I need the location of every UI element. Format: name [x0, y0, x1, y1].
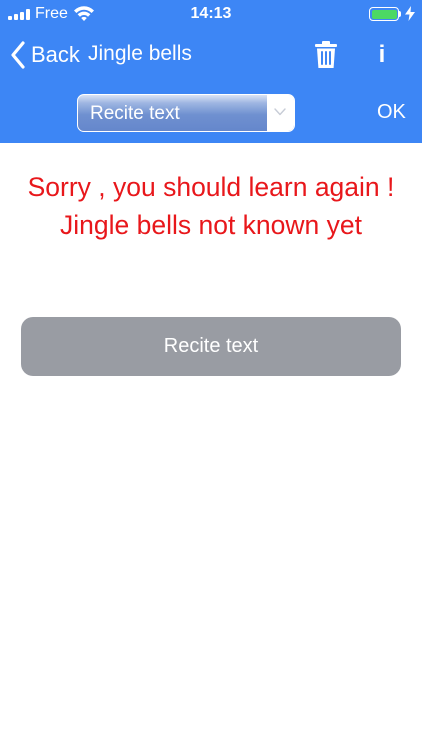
recite-text-button[interactable]: Recite text [21, 317, 401, 376]
navigation-bar: Back Jingle bells i [0, 28, 422, 84]
chevron-left-icon [11, 41, 25, 69]
status-bar: Free 14:13 [0, 0, 422, 28]
page-title: Jingle bells [88, 42, 192, 65]
battery-icon [369, 7, 399, 21]
charging-bolt-icon [405, 6, 415, 21]
back-button[interactable]: Back [10, 39, 80, 71]
battery-level [371, 9, 397, 19]
back-label: Back [31, 42, 80, 67]
status-time: 14:13 [190, 5, 232, 22]
chevron-down-icon [274, 108, 286, 116]
info-icon[interactable]: i [372, 40, 392, 70]
trash-icon[interactable] [314, 41, 338, 69]
header: Free 14:13 Back Jingle bells i Recite te… [0, 0, 422, 143]
select-arrow-area [267, 95, 294, 131]
mode-select-value: Recite text [90, 103, 180, 124]
result-message: Sorry , you should learn again ! Jingle … [27, 172, 395, 240]
mode-select[interactable]: Recite text [77, 94, 295, 132]
ok-button[interactable]: OK [377, 101, 406, 124]
